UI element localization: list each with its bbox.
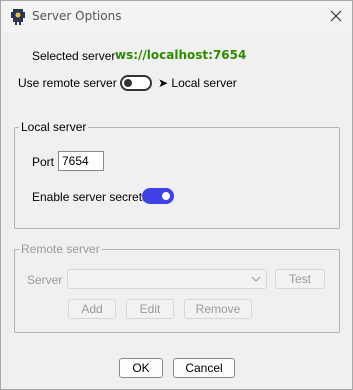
edit-button[interactable]: Edit bbox=[126, 299, 174, 319]
toggle-knob bbox=[162, 192, 170, 200]
selected-server-url: ws://localhost:7654 bbox=[115, 48, 247, 62]
use-remote-server-toggle[interactable] bbox=[120, 75, 152, 91]
app-icon bbox=[11, 9, 25, 25]
remote-server-group-title: Remote server bbox=[19, 242, 102, 256]
server-label: Server bbox=[27, 273, 63, 287]
port-input[interactable] bbox=[58, 151, 104, 171]
selected-server-label: Selected server bbox=[32, 49, 116, 63]
local-server-group: Local server bbox=[14, 120, 340, 229]
add-button[interactable]: Add bbox=[68, 299, 116, 319]
enable-server-secrets-toggle[interactable] bbox=[142, 188, 174, 204]
title-bar: Server Options bbox=[1, 1, 352, 32]
test-button[interactable]: Test bbox=[275, 269, 325, 289]
ok-button[interactable]: OK bbox=[119, 358, 163, 378]
remove-button[interactable]: Remove bbox=[184, 299, 252, 319]
enable-server-secrets-label: Enable server secrets bbox=[32, 190, 149, 204]
window-title: Server Options bbox=[32, 9, 122, 23]
chevron-down-icon bbox=[251, 276, 261, 282]
use-remote-server-label: Use remote server bbox=[18, 76, 117, 90]
server-options-dialog: Server Options Selected server ws://loca… bbox=[0, 0, 353, 390]
port-label: Port bbox=[32, 155, 55, 169]
remote-server-group: Remote server bbox=[14, 242, 340, 333]
close-icon bbox=[330, 10, 342, 22]
current-server-mode: ➤ Local server bbox=[158, 76, 237, 90]
cancel-button[interactable]: Cancel bbox=[173, 358, 235, 378]
local-server-group-title: Local server bbox=[19, 120, 89, 134]
server-select[interactable] bbox=[67, 269, 267, 289]
close-button[interactable] bbox=[326, 6, 346, 26]
toggle-knob bbox=[124, 79, 132, 87]
